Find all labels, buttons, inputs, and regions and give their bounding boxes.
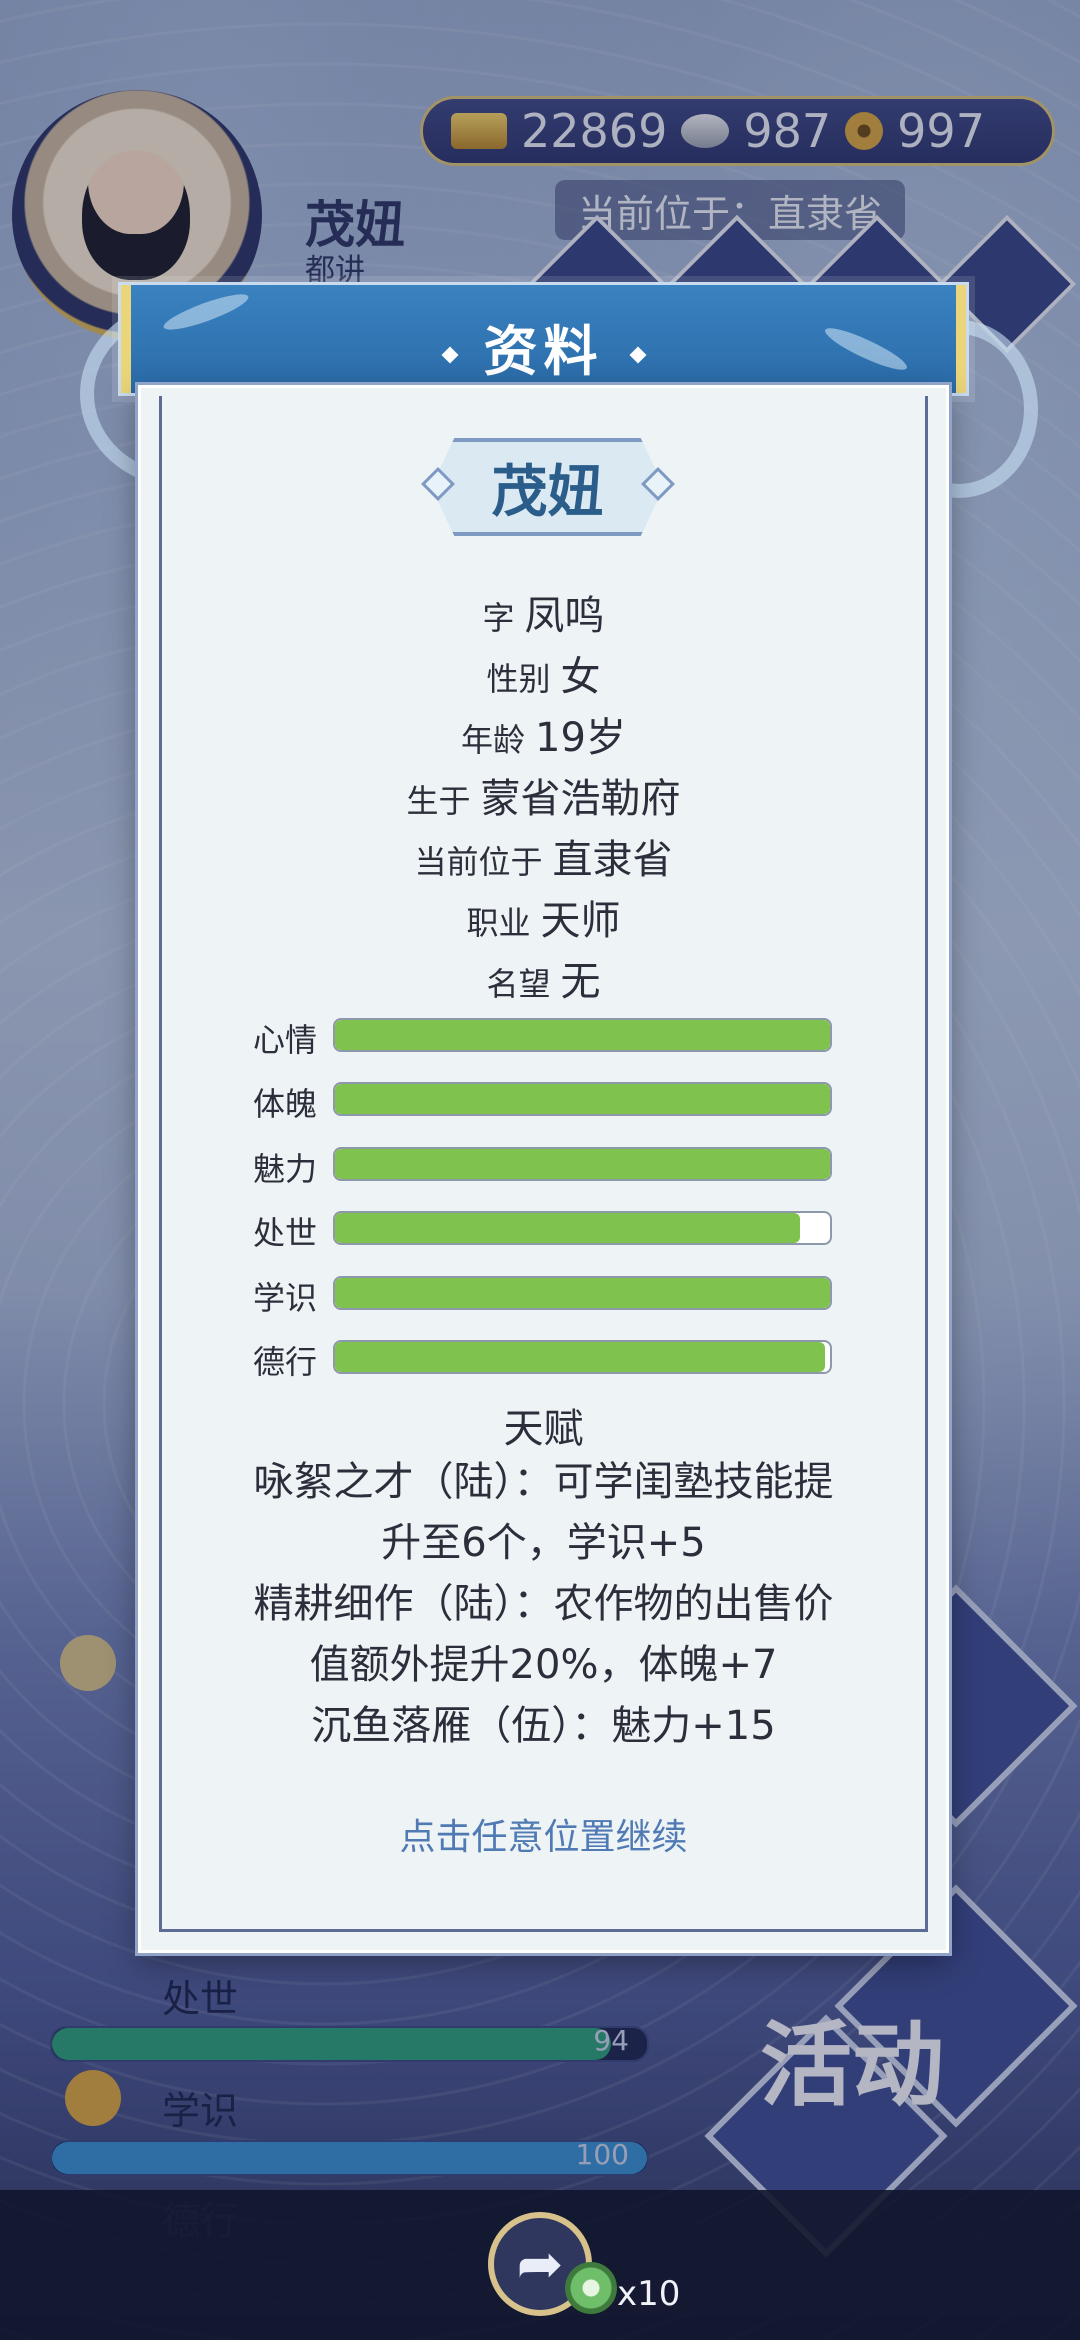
share-icon: ➦ — [516, 2231, 564, 2297]
info-occupation: 职业 天师 — [466, 898, 621, 944]
jade-coin-icon — [565, 2262, 617, 2314]
talent-title: 天赋 — [503, 1406, 584, 1452]
dialog-ribbon: 资料 — [118, 282, 969, 396]
attr-fill — [335, 1084, 830, 1114]
attr-bar-physique — [333, 1082, 832, 1116]
attr-bar-worldliness — [333, 1211, 832, 1245]
attr-label-charm: 魅力 — [253, 1150, 318, 1188]
corner-ornament — [159, 1903, 188, 1932]
attr-bar-mood — [333, 1018, 832, 1052]
info-gender: 性别女 — [486, 654, 601, 700]
info-reputation: 名望无 — [486, 959, 601, 1005]
attr-label-knowledge: 学识 — [253, 1279, 318, 1317]
talent-line: 值额外提升20%，体魄+7 — [309, 1642, 778, 1688]
attr-fill — [335, 1213, 801, 1243]
diamond-dot-icon — [441, 346, 458, 364]
talent-line: 沉鱼落雁（伍）：魅力+15 — [311, 1703, 776, 1749]
corner-ornament — [899, 1903, 928, 1932]
dialog-title-row: 资料 — [121, 307, 966, 386]
attr-label-worldliness: 处世 — [253, 1214, 318, 1252]
profile-name: 茂妞 — [431, 438, 664, 536]
attr-fill — [335, 1149, 830, 1179]
info-courtesy-name: 字凤鸣 — [482, 593, 605, 639]
attr-fill — [335, 1278, 830, 1308]
info-location: 当前位于 直隶省 — [414, 837, 673, 883]
profile-dialog[interactable]: 茂妞 字凤鸣 性别女 年龄 19岁 生于 蒙省浩勒府 当前位于 直隶省 职业 天师 名望… — [138, 385, 949, 1953]
attr-bar-charm — [333, 1147, 832, 1181]
info-age: 年龄 19岁 — [461, 715, 626, 761]
attr-bar-knowledge — [333, 1276, 832, 1310]
dialog-title: 资料 — [483, 320, 604, 383]
talent-line: 精耕细作（陆）：农作物的出售价 — [253, 1581, 834, 1627]
diamond-dot-icon — [629, 346, 646, 364]
reward-count: x10 — [617, 2274, 681, 2314]
info-birthplace: 生于 蒙省浩勒府 — [406, 776, 681, 822]
talent-line: 咏絮之才（陆）：可学闺塾技能提 — [253, 1459, 834, 1505]
talent-line: 升至6个，学识+5 — [381, 1520, 706, 1566]
continue-hint[interactable]: 点击任意位置继续 — [141, 1808, 946, 1860]
attr-fill — [335, 1020, 830, 1050]
attr-label-virtue: 德行 — [253, 1343, 318, 1381]
attr-label-mood: 心情 — [253, 1021, 318, 1059]
attr-fill — [335, 1342, 826, 1372]
attr-label-physique: 体魄 — [253, 1085, 318, 1123]
attr-bar-virtue — [333, 1340, 832, 1374]
